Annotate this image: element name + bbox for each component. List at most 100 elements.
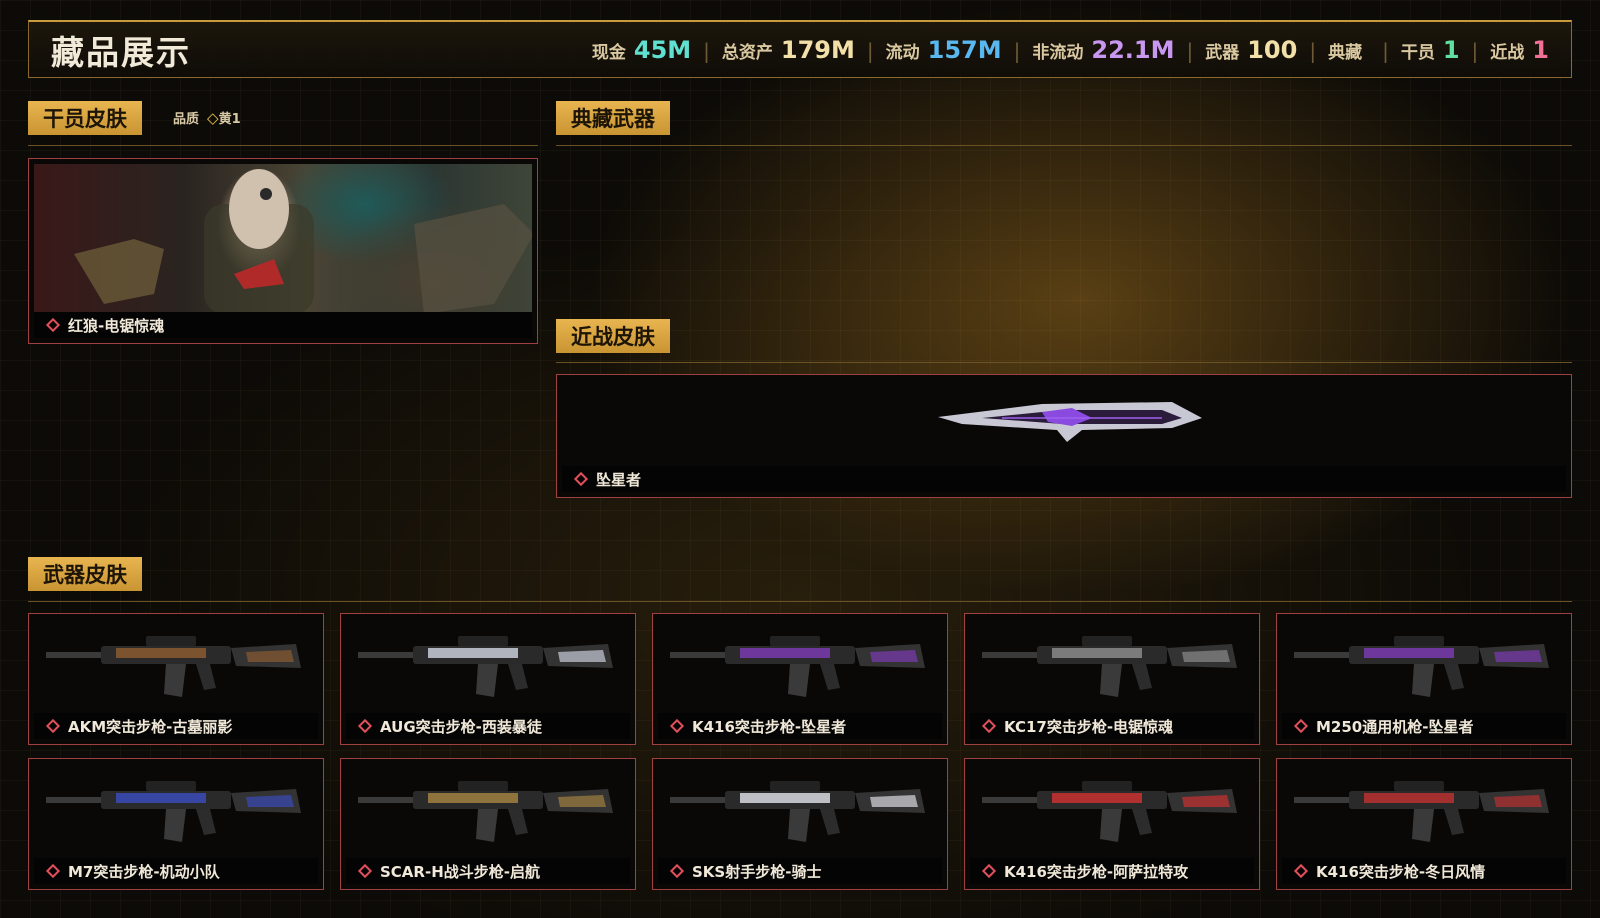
- rifle-artwork: [46, 636, 301, 697]
- stat-separator: |: [703, 38, 710, 63]
- melee-skin-card[interactable]: 坠星者: [556, 374, 1572, 498]
- stat-label: 武器: [1205, 42, 1240, 63]
- weapon-skin-image: [970, 764, 1254, 858]
- weapon-skin-name: KC17突击步枪-电锯惊魂: [1004, 717, 1174, 736]
- weapon-skin-name: K416突击步枪-冬日风情: [1316, 862, 1486, 881]
- quality-label: 品质: [173, 112, 200, 127]
- weapon-skin-card[interactable]: AUG突击步枪-西装暴徒: [340, 613, 636, 745]
- weapon-skin-card[interactable]: SCAR-H战斗步枪-启航: [340, 758, 636, 890]
- stat-separator: |: [1309, 38, 1317, 63]
- card-label-bar: SKS射手步枪-骑士: [658, 858, 942, 884]
- rifle-artwork: [670, 636, 925, 697]
- diamond-icon: [45, 317, 61, 333]
- card-label-bar: SCAR-H战斗步枪-启航: [346, 858, 630, 884]
- stat-item: 近战 1: [1490, 36, 1549, 64]
- diamond-icon: [669, 718, 685, 734]
- rifle-artwork: [982, 781, 1237, 842]
- weapon-skin-card[interactable]: M250通用机枪-坠星者: [1276, 613, 1572, 745]
- rifle-artwork: [670, 781, 925, 842]
- weapon-skin-image: [346, 764, 630, 858]
- weapon-skin-card[interactable]: K416突击步枪-坠星者: [652, 613, 948, 745]
- operator-skin-name: 红狼-电锯惊魂: [68, 316, 165, 335]
- card-label-bar: AUG突击步枪-西装暴徒: [346, 713, 630, 739]
- rifle-artwork: [358, 636, 613, 697]
- stat-separator: |: [866, 38, 874, 63]
- rifle-artwork: [1294, 781, 1549, 842]
- stat-item: 流动 157M: [886, 36, 1002, 64]
- section-tag-weapon-skin: 武器皮肤: [28, 557, 142, 591]
- stat-value: 45M: [633, 35, 692, 64]
- diamond-icon: [357, 718, 373, 734]
- weapon-skin-card[interactable]: M7突击步枪-机动小队: [28, 758, 324, 890]
- stat-item: 总资产 179M: [722, 36, 855, 64]
- weapon-skin-name: M250通用机枪-坠星者: [1316, 717, 1474, 736]
- diamond-icon: [357, 863, 373, 879]
- card-label-bar: KC17突击步枪-电锯惊魂: [970, 713, 1254, 739]
- weapon-skin-card[interactable]: SKS射手步枪-骑士: [652, 758, 948, 890]
- stat-label: 近战: [1490, 42, 1525, 63]
- diamond-icon: [573, 471, 589, 487]
- stat-label: 流动: [885, 42, 920, 63]
- weapon-skin-card[interactable]: KC17突击步枪-电锯惊魂: [964, 613, 1260, 745]
- card-label-bar: M250通用机枪-坠星者: [1282, 713, 1566, 739]
- section-tag-operator-skin: 干员皮肤: [28, 101, 142, 135]
- diamond-icon: [1293, 863, 1309, 879]
- divider: [28, 145, 538, 146]
- weapon-skin-name: AUG突击步枪-西装暴徒: [380, 717, 542, 736]
- diamond-icon: [981, 718, 997, 734]
- stat-item: 非流动 22.1M: [1032, 36, 1174, 64]
- weapon-skin-image: [34, 619, 318, 713]
- stat-item: 典藏: [1328, 38, 1370, 63]
- diamond-icon: [45, 863, 61, 879]
- divider: [556, 362, 1572, 363]
- diamond-icon: [1293, 718, 1309, 734]
- weapon-skin-image: [346, 619, 630, 713]
- rifle-artwork: [46, 781, 301, 842]
- card-label-bar: 红狼-电锯惊魂: [34, 312, 532, 338]
- weapon-skin-name: K416突击步枪-坠星者: [692, 717, 847, 736]
- weapon-skin-name: SCAR-H战斗步枪-启航: [380, 862, 540, 881]
- weapon-skin-card[interactable]: K416突击步枪-阿萨拉特攻: [964, 758, 1260, 890]
- card-label-bar: K416突击步枪-阿萨拉特攻: [970, 858, 1254, 884]
- diamond-icon: [669, 863, 685, 879]
- operator-skin-card[interactable]: 红狼-电锯惊魂: [28, 158, 538, 344]
- diamond-icon: [45, 718, 61, 734]
- weapon-skin-name: AKM突击步枪-古墓丽影: [68, 717, 233, 736]
- weapon-skin-name: M7突击步枪-机动小队: [68, 862, 220, 881]
- melee-skin-image: [562, 380, 1566, 466]
- stat-separator: |: [1013, 38, 1021, 63]
- stat-separator: |: [1471, 38, 1479, 63]
- operator-artwork: [74, 169, 532, 312]
- stat-item: 武器 100: [1205, 36, 1297, 64]
- stat-value: 1: [1442, 35, 1460, 64]
- stat-value: 179M: [780, 35, 855, 64]
- stat-separator: |: [1382, 38, 1389, 63]
- weapon-skin-name: K416突击步枪-阿萨拉特攻: [1004, 862, 1189, 881]
- stat-value: 100: [1247, 35, 1298, 64]
- diamond-icon: ◇: [207, 109, 219, 127]
- diamond-icon: [981, 863, 997, 879]
- section-tag-melee-skin: 近战皮肤: [556, 319, 670, 353]
- weapon-skin-card[interactable]: K416突击步枪-冬日风情: [1276, 758, 1572, 890]
- knife-artwork: [938, 402, 1202, 442]
- operator-skin-image: [34, 164, 532, 312]
- weapon-skin-image: [34, 764, 318, 858]
- operator-quality: 品质 ◇黄1: [173, 108, 241, 127]
- stat-value: 157M: [927, 35, 1002, 64]
- page-title: 藏品展示: [51, 32, 191, 72]
- stat-label: 总资产: [721, 42, 773, 63]
- melee-skin-name: 坠星者: [596, 470, 642, 489]
- stat-value: 1: [1532, 35, 1549, 64]
- card-label-bar: K416突击步枪-冬日风情: [1282, 858, 1566, 884]
- stat-item: 干员 1: [1401, 36, 1460, 64]
- weapon-skin-image: [658, 619, 942, 713]
- stat-label: 典藏: [1328, 42, 1363, 63]
- stat-separator: |: [1186, 38, 1194, 63]
- rifle-artwork: [358, 781, 613, 842]
- divider: [556, 145, 1572, 146]
- weapon-skin-image: [1282, 619, 1566, 713]
- rifle-artwork: [1294, 636, 1549, 697]
- card-label-bar: 坠星者: [562, 466, 1566, 492]
- weapon-skin-card[interactable]: AKM突击步枪-古墓丽影: [28, 613, 324, 745]
- weapon-skin-image: [658, 764, 942, 858]
